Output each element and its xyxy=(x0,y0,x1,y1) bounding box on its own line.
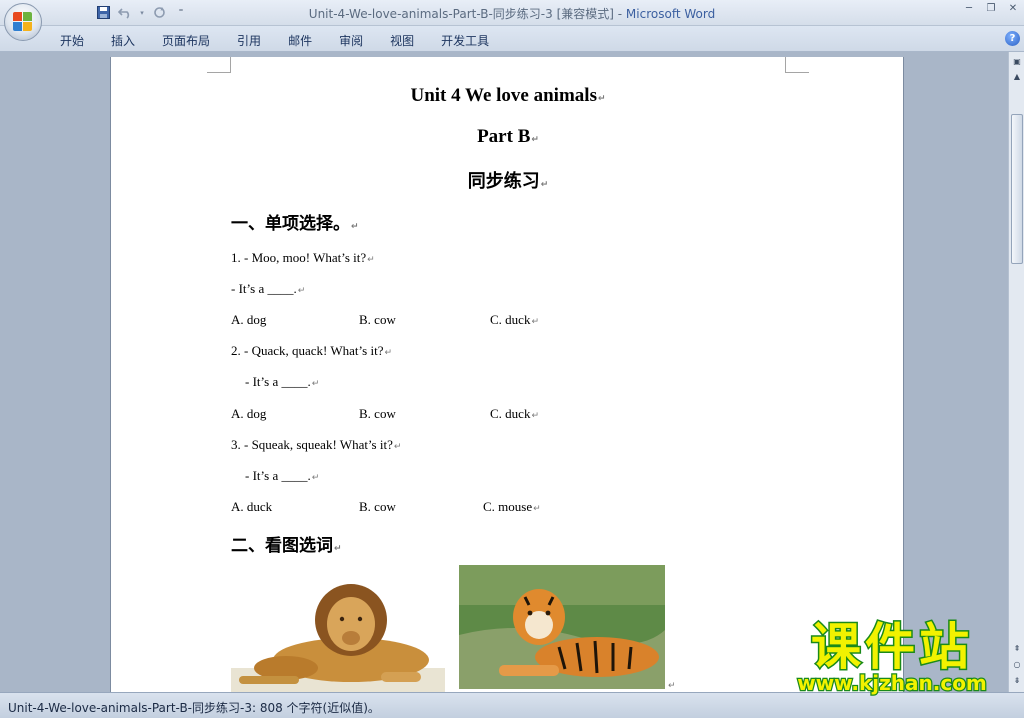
question-3: 3. - Squeak, squeak! What’s it?↵ xyxy=(231,437,402,452)
answer-line-1: - It’s a ____.↵ xyxy=(231,281,306,296)
ruler-toggle-icon[interactable]: ▣ xyxy=(1010,55,1024,69)
window-title: Unit-4-We-love-animals-Part-B-同步练习-3 [兼容… xyxy=(0,5,1024,22)
office-logo-icon xyxy=(13,12,33,32)
section-heading-1: 一、单项选择。↵ xyxy=(231,214,359,234)
watermark-title: 课件站 xyxy=(811,618,973,676)
window-controls: ─ ❐ ✕ xyxy=(962,2,1020,16)
document-name: Unit-4-We-love-animals-Part-B-同步练习-3 [兼容… xyxy=(308,7,626,21)
ribbon-tabs: 开始 插入 页面布局 引用 邮件 审阅 视图 开发工具 xyxy=(52,30,508,51)
tab-home[interactable]: 开始 xyxy=(52,30,92,51)
ribbon: 开始 插入 页面布局 引用 邮件 审阅 视图 开发工具 ? xyxy=(0,26,1024,52)
next-page-icon[interactable]: ⇟ xyxy=(1010,674,1024,688)
title-bar: ▾ ⁼ Unit-4-We-love-animals-Part-B-同步练习-3… xyxy=(0,0,1024,26)
tab-insert[interactable]: 插入 xyxy=(103,30,143,51)
tab-page-layout[interactable]: 页面布局 xyxy=(154,30,218,51)
tab-developer[interactable]: 开发工具 xyxy=(433,30,497,51)
option-2c: C. duck↵ xyxy=(490,406,539,421)
question-2: 2. - Quack, quack! What’s it?↵ xyxy=(231,343,393,358)
answer-line-3: - It’s a ____.↵ xyxy=(245,468,320,483)
scrollbar-thumb[interactable] xyxy=(1011,114,1023,264)
help-icon[interactable]: ? xyxy=(1005,31,1020,46)
scroll-up-icon[interactable]: ▲ xyxy=(1010,70,1024,84)
option-1c: C. duck↵ xyxy=(490,312,539,327)
option-3a: A. duck xyxy=(231,499,273,514)
option-1a: A. dog xyxy=(231,312,267,327)
section-heading-2: 二、看图选词↵ xyxy=(231,536,342,556)
document-workspace: Unit 4 We love animals↵ Part B↵ 同步练习↵ 一、… xyxy=(0,52,1008,692)
vertical-scrollbar[interactable]: ▣ ▲ ⇞ ○ ⇟ xyxy=(1008,52,1024,692)
paragraph-mark: ↵ xyxy=(668,681,676,691)
select-browse-object-icon[interactable]: ○ xyxy=(1010,658,1024,672)
restore-button[interactable]: ❐ xyxy=(984,2,998,16)
document-page[interactable]: Unit 4 We love animals↵ Part B↵ 同步练习↵ 一、… xyxy=(110,57,904,692)
watermark-logo: 课件站 www.kjzhan.com xyxy=(774,612,1010,697)
app-name: Microsoft Word xyxy=(625,7,716,21)
tab-references[interactable]: 引用 xyxy=(229,30,269,51)
margin-corner-mark xyxy=(207,57,231,73)
tab-review[interactable]: 审阅 xyxy=(331,30,371,51)
question-1: 1. - Moo, moo! What’s it?↵ xyxy=(231,250,375,265)
lion-image[interactable] xyxy=(231,572,445,692)
margin-corner-mark xyxy=(785,57,809,73)
office-button[interactable] xyxy=(4,3,42,41)
option-2a: A. dog xyxy=(231,406,267,421)
option-3b: B. cow xyxy=(359,499,396,514)
close-button[interactable]: ✕ xyxy=(1006,2,1020,16)
status-text: Unit-4-We-love-animals-Part-B-同步练习-3: 80… xyxy=(8,701,380,715)
option-3c: C. mouse↵ xyxy=(483,499,541,514)
document-subtitle: Part B↵ xyxy=(477,126,539,147)
document-subtitle-2: 同步练习↵ xyxy=(467,171,549,192)
option-1b: B. cow xyxy=(359,312,396,327)
option-2b: B. cow xyxy=(359,406,396,421)
answer-line-2: - It’s a ____.↵ xyxy=(245,374,320,389)
tab-mailings[interactable]: 邮件 xyxy=(280,30,320,51)
watermark-url: www.kjzhan.com xyxy=(797,671,987,695)
document-title: Unit 4 We love animals↵ xyxy=(410,85,606,106)
tiger-image[interactable] xyxy=(459,565,665,689)
previous-page-icon[interactable]: ⇞ xyxy=(1010,642,1024,656)
tab-view[interactable]: 视图 xyxy=(382,30,422,51)
minimize-button[interactable]: ─ xyxy=(962,2,976,16)
